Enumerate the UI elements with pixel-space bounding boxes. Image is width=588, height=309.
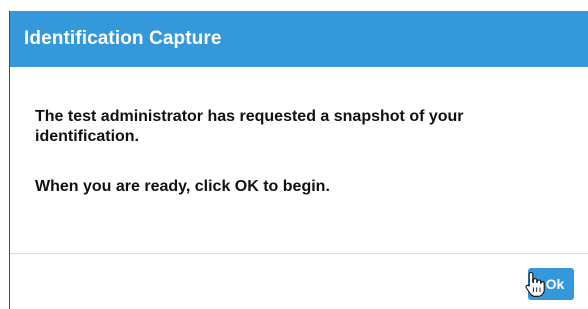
dialog-title: Identification Capture: [24, 28, 222, 49]
request-message: The test administrator has requested a s…: [35, 108, 464, 145]
dialog-body: The test administrator has requested a s…: [10, 67, 588, 254]
hand-pointer-icon: [525, 271, 545, 297]
identification-capture-dialog: Identification Capture The test administ…: [9, 11, 588, 309]
ok-button[interactable]: Ok: [525, 268, 574, 300]
dialog-footer: Ok: [10, 254, 588, 308]
instruction-message: When you are ready, click OK to begin.: [35, 178, 330, 195]
dialog-header: Identification Capture: [10, 11, 588, 67]
ok-button-label: Ok: [545, 276, 565, 292]
